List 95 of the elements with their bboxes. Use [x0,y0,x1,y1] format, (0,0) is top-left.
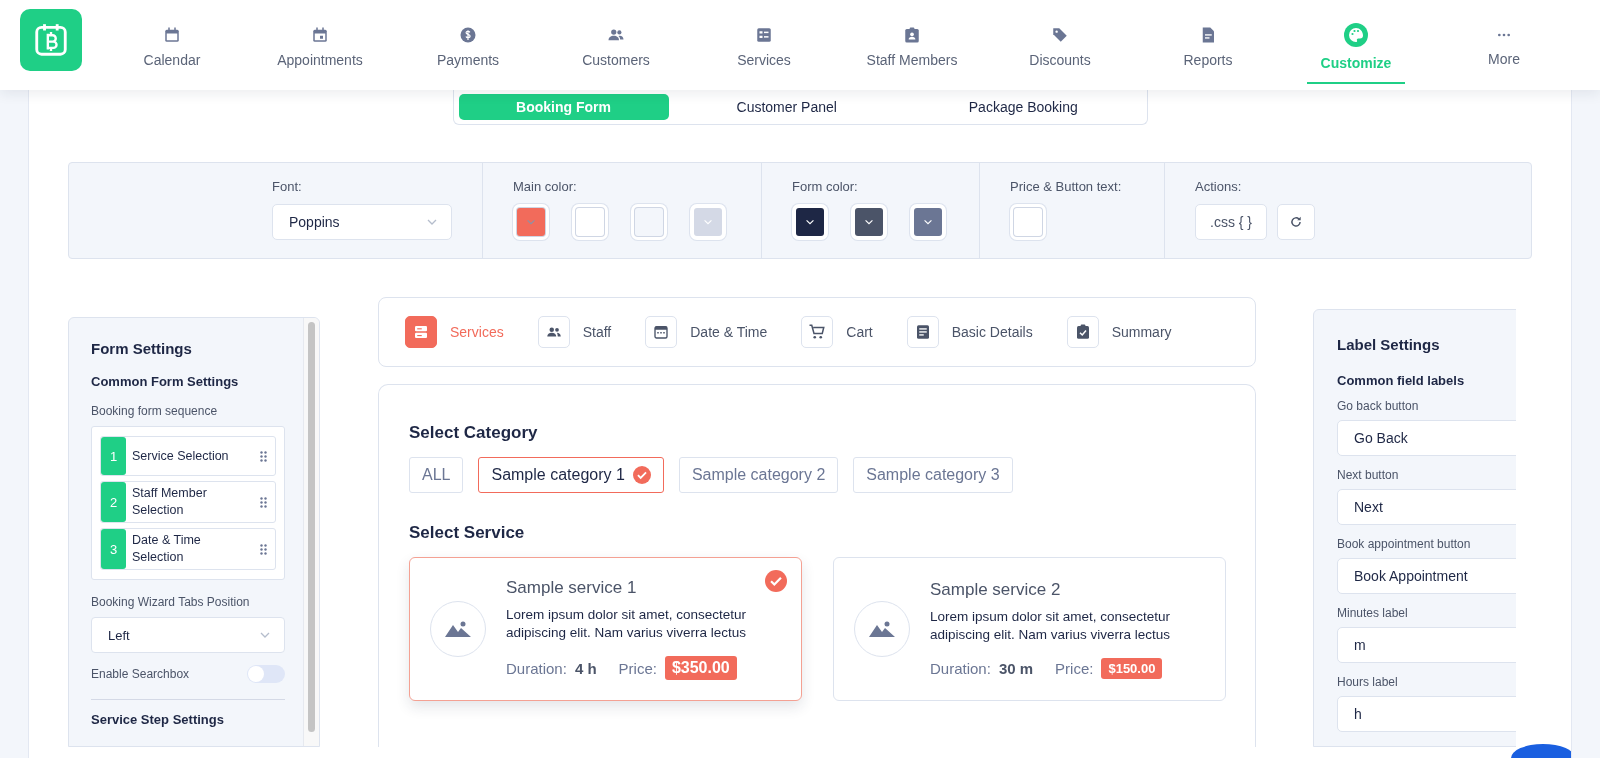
section-heading: Select Category [409,423,538,443]
price-tag: $350.00 [664,656,737,680]
panel-title: Form Settings [91,340,192,357]
field-label: Actions: [1195,179,1243,194]
nav-item[interactable]: Customers [542,0,690,90]
nav-item[interactable]: Payments [394,0,542,90]
calendar-icon [311,26,329,44]
chat-button[interactable] [1511,744,1571,758]
section-title: Common field labels [1337,373,1465,388]
duration-value: 30 m [998,659,1034,677]
field-label: Minutes label [1337,606,1408,620]
nav-item[interactable]: More [1430,0,1578,90]
service-card[interactable]: Sample service 1 Lorem ipsum dolor sit amet, consectetur adipiscing elit. Nam varius viverra lectus Duration: 4 h Price: $350.00 [409,557,802,701]
step-number: 3 [101,529,126,569]
tab[interactable]: Customer Panel [668,94,905,120]
drag-handle-icon [260,496,267,508]
wizard-tab[interactable]: Staff [537,316,612,348]
step-number: 2 [101,482,126,522]
css-button[interactable]: .css { } [1195,204,1268,240]
section-heading: Select Service [409,523,525,543]
palette-icon [1344,23,1368,47]
step-number: 1 [101,437,126,475]
step-label: Staff Member Selection [131,485,208,519]
wizard-tab[interactable]: Basic Details [906,316,1033,348]
calendar-icon [652,323,671,341]
text-field[interactable]: h [1337,696,1516,732]
duration-label: Duration: [930,659,991,677]
mountain-icon [869,621,895,637]
category-chip[interactable]: Sample category 3 [853,457,1013,493]
field-label: Booking form sequence [91,404,218,418]
price-tag: $150.00 [1101,657,1163,679]
wizard-tab[interactable]: Date & Time [645,316,768,348]
check-circle-icon [765,570,787,592]
nav-item[interactable]: Reports [1134,0,1282,90]
text-field[interactable]: Book Appointment [1337,558,1516,594]
tab[interactable]: Package Booking [905,94,1142,120]
field-label: Main color: [513,179,578,194]
category-chip[interactable]: ALL [409,457,464,493]
category-chip[interactable]: Sample category 2 [678,457,839,493]
text-field[interactable]: m [1337,627,1516,663]
calendar-icon [163,26,181,44]
wizard-tab[interactable]: Summary [1066,316,1172,348]
position-select[interactable]: Left [91,617,285,653]
refresh-button[interactable] [1277,204,1316,240]
section-title: Service Step Settings [91,712,224,727]
section-title: Common Form Settings [91,374,239,389]
service-title: Sample service 1 [506,578,637,598]
dollar-icon [459,26,477,44]
scrollbar-thumb[interactable] [308,322,315,732]
service-description: Lorem ipsum dolor sit amet, consectetur adipiscing elit. Nam varius viverra lectus [506,606,748,642]
service-title: Sample service 2 [930,579,1061,600]
nav-item[interactable]: Calendar [98,0,246,90]
nav-item[interactable]: Staff Members [838,0,986,90]
cart-icon [808,323,827,341]
step-label: Service Selection [131,447,230,465]
refresh-icon [1289,215,1304,229]
nav-item[interactable]: Discounts [986,0,1134,90]
field-label: Booking Wizard Tabs Position [91,595,250,609]
service-card[interactable]: Sample service 2 Lorem ipsum dolor sit amet, consectetur adipiscing elit. Nam varius viverra lectus Duration: 30 m Price: $150.00 [833,557,1226,701]
sequence-item[interactable]: 3 Date & Time Selection [100,528,276,570]
sequence-item[interactable]: 2 Staff Member Selection [100,481,276,523]
server-icon [412,323,430,341]
field-label: Book appointment button [1337,537,1471,551]
duration-value: 4 h [574,659,597,677]
font-select[interactable]: Poppins [272,204,452,240]
drag-handle-icon [260,450,267,462]
field-label: Go back button [1337,399,1419,413]
text-field[interactable]: Go Back [1337,420,1516,456]
wizard-tab[interactable]: Cart [801,316,873,348]
field-label: Font: [272,179,303,194]
panel-title: Label Settings [1337,336,1440,353]
badge-icon [903,26,921,44]
category-chip[interactable]: Sample category 1 [478,457,664,493]
duration-label: Duration: [506,659,567,677]
field-label: Price & Button text: [1010,179,1123,194]
drag-handle-icon [260,543,267,555]
toggle-label: Enable Searchbox [91,667,190,681]
field-label: Hours label [1337,675,1398,689]
app-logo[interactable] [20,9,82,71]
step-label: Date & Time Selection [131,532,202,566]
text-field[interactable]: Next [1337,489,1516,525]
price-label: Price: [618,659,657,677]
toggle-switch[interactable] [247,665,285,683]
check-circle-icon [632,466,651,484]
field-label: Next button [1337,468,1399,482]
sequence-item[interactable]: 1 Service Selection [100,436,276,476]
nav-item[interactable]: Services [690,0,838,90]
tag-icon [1051,26,1069,44]
list-icon [755,26,773,44]
mountain-icon [445,621,471,637]
field-label: Form color: [792,179,859,194]
calendar-icon [32,21,70,59]
price-label: Price: [1055,659,1094,677]
service-description: Lorem ipsum dolor sit amet, consectetur adipiscing elit. Nam varius viverra lectus [930,607,1172,644]
nav-item[interactable]: Appointments [246,0,394,90]
